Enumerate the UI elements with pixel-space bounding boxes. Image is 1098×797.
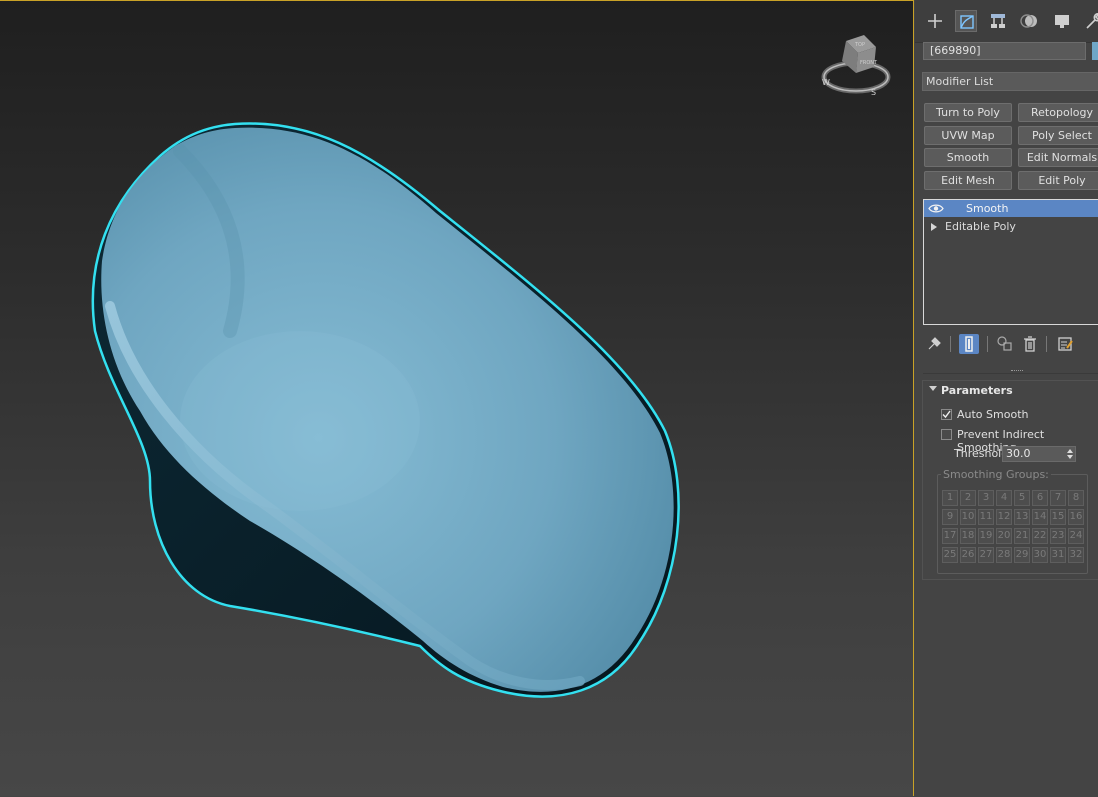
display-icon[interactable] <box>1051 10 1073 32</box>
prevent-indirect-smoothing-checkbox[interactable] <box>941 429 952 440</box>
retopology-button[interactable]: Retopology <box>1018 103 1098 122</box>
smoothing-group-button[interactable]: 7 <box>1050 490 1066 506</box>
make-unique-icon[interactable] <box>995 334 1015 354</box>
spinner-arrows-icon[interactable] <box>1067 448 1073 460</box>
command-panel-tabs <box>915 0 1098 43</box>
perspective-viewport[interactable]: TOP FRONT W S <box>0 0 914 796</box>
smoothing-group-button[interactable]: 6 <box>1032 490 1048 506</box>
object-color-swatch[interactable] <box>1092 42 1098 60</box>
utilities-wrench-icon[interactable] <box>1081 10 1098 32</box>
smoothing-group-button[interactable]: 22 <box>1032 528 1048 544</box>
smoothing-group-button[interactable]: 19 <box>978 528 994 544</box>
auto-smooth-label: Auto Smooth <box>957 408 1029 421</box>
checkmark-icon <box>942 410 951 419</box>
smoothing-group-button[interactable]: 4 <box>996 490 1012 506</box>
stack-item-label: Smooth <box>966 202 1009 215</box>
smoothing-group-button[interactable]: 20 <box>996 528 1012 544</box>
smoothing-group-button[interactable]: 2 <box>960 490 976 506</box>
smoothing-group-button[interactable]: 27 <box>978 547 994 563</box>
smoothing-group-button[interactable]: 8 <box>1068 490 1084 506</box>
collapse-arrow-icon[interactable] <box>929 386 937 391</box>
modify-icon[interactable] <box>955 10 977 32</box>
edit-poly-button[interactable]: Edit Poly <box>1018 171 1098 190</box>
uvw-map-button[interactable]: UVW Map <box>924 126 1012 145</box>
hierarchy-icon[interactable] <box>987 10 1009 32</box>
smoothing-group-button[interactable]: 17 <box>942 528 958 544</box>
auto-smooth-checkbox[interactable] <box>941 409 952 420</box>
smoothing-group-button[interactable]: 25 <box>942 547 958 563</box>
smoothing-group-button[interactable]: 29 <box>1014 547 1030 563</box>
eye-visibility-icon[interactable] <box>928 203 944 214</box>
smoothing-group-button[interactable]: 21 <box>1014 528 1030 544</box>
smoothing-group-button[interactable]: 12 <box>996 509 1012 525</box>
create-plus-icon[interactable] <box>924 10 946 32</box>
threshold-spinner[interactable]: 30.0 <box>1002 446 1076 462</box>
smoothing-group-button[interactable]: 28 <box>996 547 1012 563</box>
object-name-field[interactable]: [669890] <box>923 42 1086 60</box>
smoothing-group-button[interactable]: 16 <box>1068 509 1084 525</box>
expand-arrow-icon[interactable] <box>931 223 937 231</box>
smoothing-group-button[interactable]: 23 <box>1050 528 1066 544</box>
compass-west-label: W <box>822 78 830 87</box>
stack-item-smooth[interactable]: Smooth <box>924 200 1098 217</box>
smoothing-group-button[interactable]: 24 <box>1068 528 1084 544</box>
smoothing-group-button[interactable]: 9 <box>942 509 958 525</box>
viewcube-top-label: TOP <box>854 42 865 48</box>
smoothing-group-button[interactable]: 13 <box>1014 509 1030 525</box>
threshold-value[interactable]: 30.0 <box>1006 447 1031 460</box>
viewcube-front-label: FRONT <box>860 60 878 66</box>
modifier-list-dropdown[interactable]: Modifier List <box>922 72 1098 91</box>
smooth-button[interactable]: Smooth <box>924 148 1012 167</box>
compass-south-label: S <box>871 88 876 97</box>
smoothing-group-button[interactable]: 1 <box>942 490 958 506</box>
smoothing-group-button[interactable]: 26 <box>960 547 976 563</box>
modifier-stack: Smooth Editable Poly <box>923 199 1098 325</box>
poly-select-button[interactable]: Poly Select <box>1018 126 1098 145</box>
remove-modifier-icon[interactable] <box>1020 334 1040 354</box>
show-end-result-icon[interactable] <box>959 334 979 354</box>
smoothed-mesh-object[interactable] <box>0 1 914 797</box>
smoothing-group-button[interactable]: 5 <box>1014 490 1030 506</box>
smoothing-group-button[interactable]: 14 <box>1032 509 1048 525</box>
smoothing-group-button[interactable]: 15 <box>1050 509 1066 525</box>
stack-item-editable-poly[interactable]: Editable Poly <box>924 218 1098 235</box>
configure-sets-icon[interactable] <box>1055 334 1075 354</box>
smoothing-group-button[interactable]: 31 <box>1050 547 1066 563</box>
rollout-title[interactable]: Parameters <box>941 384 1013 397</box>
edit-normals-button[interactable]: Edit Normals <box>1018 148 1098 167</box>
edit-mesh-button[interactable]: Edit Mesh <box>924 171 1012 190</box>
turn-to-poly-button[interactable]: Turn to Poly <box>924 103 1012 122</box>
smoothing-group-button[interactable]: 18 <box>960 528 976 544</box>
stack-tools <box>915 330 1098 356</box>
smoothing-group-button[interactable]: 10 <box>960 509 976 525</box>
pin-stack-icon[interactable] <box>924 334 944 354</box>
smoothing-group-button[interactable]: 32 <box>1068 547 1084 563</box>
smoothing-group-button[interactable]: 30 <box>1032 547 1048 563</box>
smoothing-group-button[interactable]: 11 <box>978 509 994 525</box>
smoothing-group-button[interactable]: 3 <box>978 490 994 506</box>
command-panel: [669890] Modifier List Turn to Poly Reto… <box>915 0 1098 796</box>
viewcube-navigator[interactable]: TOP FRONT W S <box>818 33 894 99</box>
stack-item-label: Editable Poly <box>945 220 1016 233</box>
motion-icon[interactable] <box>1019 10 1041 32</box>
smoothing-groups-title: Smoothing Groups: <box>941 468 1051 481</box>
